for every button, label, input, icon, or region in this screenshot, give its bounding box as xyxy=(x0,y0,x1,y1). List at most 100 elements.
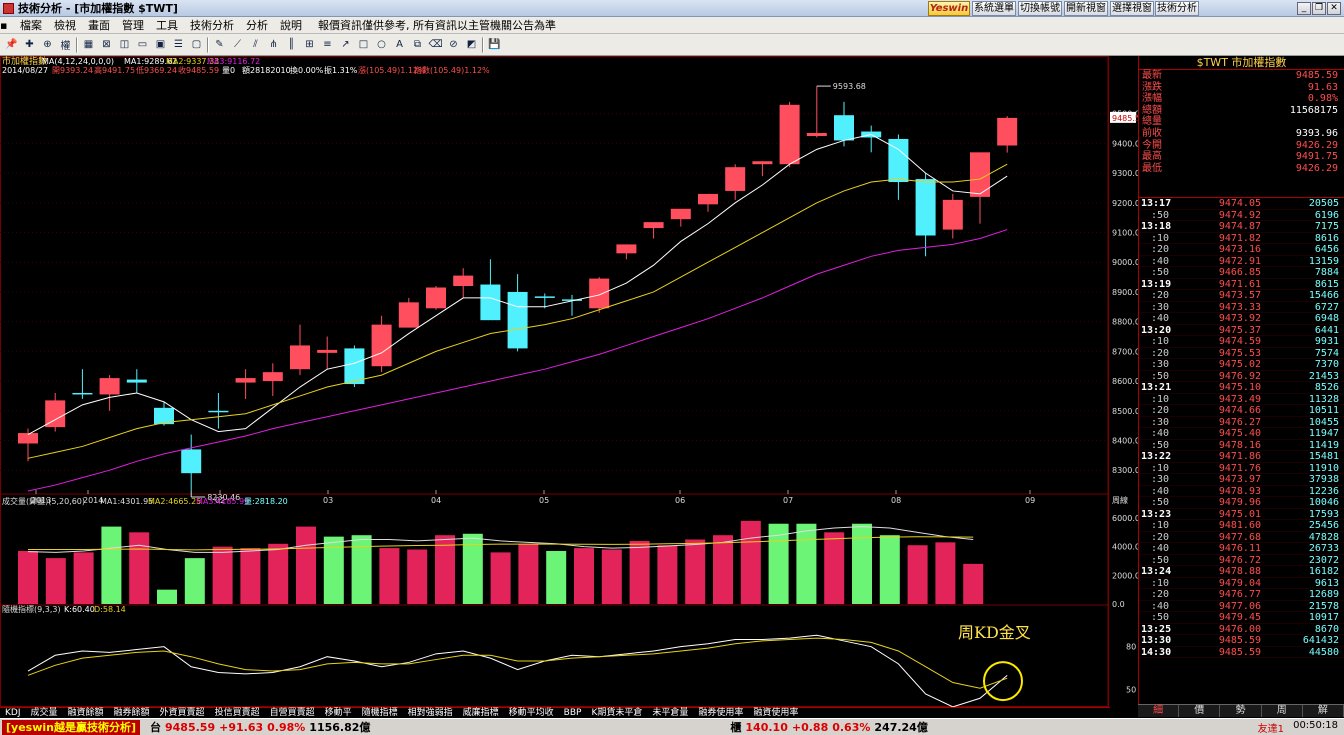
minimize-button[interactable]: _ xyxy=(1297,2,1311,15)
candle-body[interactable] xyxy=(616,244,637,254)
volume-bar[interactable] xyxy=(407,549,428,604)
yeswin-logo[interactable]: Yeswin xyxy=(928,1,970,16)
indicator-tab-5[interactable]: 投信買賣超 xyxy=(210,708,265,718)
zoom-in-icon[interactable]: ⊕ xyxy=(40,37,55,52)
pin-icon[interactable]: 📌 xyxy=(4,37,19,52)
tick-row[interactable]: :30 9473.97 37938 xyxy=(1139,474,1344,486)
top-button-2[interactable]: 開新視窗 xyxy=(1064,1,1108,16)
candle-body[interactable] xyxy=(725,167,746,191)
frame-icon[interactable]: ▢ xyxy=(189,37,204,52)
indicator-tab-16[interactable]: 融資使用率 xyxy=(748,708,803,718)
ellipse-tool-icon[interactable]: ○ xyxy=(374,37,389,52)
tick-list[interactable]: 13:17 9474.05 20505:50 9474.92 6196 13:18 9474… xyxy=(1139,198,1344,704)
indicator-tab-13[interactable]: K期貨未平倉 xyxy=(586,708,647,718)
indicator-tab-4[interactable]: 外資買賣超 xyxy=(155,708,210,718)
tick-row[interactable]: :10 9479.04 9613 xyxy=(1139,578,1344,589)
indicator-tab-15[interactable]: 融券使用率 xyxy=(693,708,748,718)
top-button-0[interactable]: 系統選單 xyxy=(972,1,1016,16)
top-button-3[interactable]: 選擇視窗 xyxy=(1110,1,1154,16)
menu-item-2[interactable]: 畫面 xyxy=(82,17,116,33)
volume-bar[interactable] xyxy=(129,532,150,604)
tick-row[interactable]: :50 9479.96 10046 xyxy=(1139,497,1344,509)
candle-body[interactable] xyxy=(344,348,365,385)
candle-body[interactable] xyxy=(99,378,120,395)
volume-bar[interactable] xyxy=(963,563,984,604)
candle-body[interactable] xyxy=(806,133,827,136)
top-button-1[interactable]: 切換帳號 xyxy=(1018,1,1062,16)
draw-icon[interactable]: ✎ xyxy=(212,37,227,52)
list-icon[interactable]: ☰ xyxy=(171,37,186,52)
tick-row[interactable]: :50 9474.92 6196 xyxy=(1139,210,1344,221)
volume-bar[interactable] xyxy=(240,548,261,604)
volume-bar[interactable] xyxy=(740,520,761,604)
candle-body[interactable] xyxy=(670,208,691,220)
user-name[interactable]: 友達1 xyxy=(1258,720,1284,735)
gann-tool-icon[interactable]: ⊞ xyxy=(302,37,317,52)
volume-bar[interactable] xyxy=(852,523,872,604)
menu-item-7[interactable]: 說明 xyxy=(274,17,308,33)
volume-bar[interactable] xyxy=(268,543,289,604)
candle-body[interactable] xyxy=(834,115,854,141)
candle-body[interactable] xyxy=(371,324,392,367)
tick-row[interactable]: :40 9478.93 12236 xyxy=(1139,486,1344,497)
color-icon[interactable]: ◩ xyxy=(464,37,479,52)
tick-row[interactable]: :40 9472.91 13159 xyxy=(1139,256,1344,267)
tick-row[interactable]: :20 9473.16 6456 xyxy=(1139,244,1344,256)
close-button[interactable]: ✕ xyxy=(1327,2,1341,15)
tick-row[interactable]: 14:30 9485.59 44580 xyxy=(1139,647,1344,658)
tick-row[interactable]: :20 9473.57 15466 xyxy=(1139,290,1344,302)
volume-bar[interactable] xyxy=(685,539,706,605)
line-tool-icon[interactable]: ⟋ xyxy=(230,37,245,52)
candle-body[interactable] xyxy=(18,433,38,444)
indicator-tab-7[interactable]: 移動平 xyxy=(320,708,357,718)
candle-body[interactable] xyxy=(942,199,963,230)
indicator-tab-9[interactable]: 相對強弱指 xyxy=(403,708,458,718)
candle-body[interactable] xyxy=(208,410,229,413)
volume-bar[interactable] xyxy=(212,546,233,604)
candle-body[interactable] xyxy=(779,104,800,165)
volume-bar[interactable] xyxy=(490,552,511,604)
status-brand[interactable]: [yeswin越是贏技術分析] xyxy=(2,719,140,735)
candle-body[interactable] xyxy=(915,179,936,236)
candle-body[interactable] xyxy=(262,372,283,382)
candle-body[interactable] xyxy=(317,349,338,353)
fan-tool-icon[interactable]: ⋔ xyxy=(266,37,281,52)
tick-row[interactable]: :30 9473.33 6727 xyxy=(1139,302,1344,313)
layout-icon[interactable]: ▣ xyxy=(153,37,168,52)
menu-item-3[interactable]: 管理 xyxy=(116,17,150,33)
tick-row[interactable]: :10 9471.76 11910 xyxy=(1139,463,1344,474)
volume-bar[interactable] xyxy=(796,523,817,604)
tick-row[interactable]: :40 9476.11 26733 xyxy=(1139,543,1344,555)
candle-body[interactable] xyxy=(997,117,1018,146)
cross-grid-icon[interactable]: ⊠ xyxy=(99,37,114,52)
candle-body[interactable] xyxy=(426,287,446,309)
volume-bar[interactable] xyxy=(629,540,650,604)
tick-row[interactable]: :50 9476.92 21453 xyxy=(1139,371,1344,382)
candle-body[interactable] xyxy=(534,296,555,298)
candle-body[interactable] xyxy=(589,278,610,309)
candle-body[interactable] xyxy=(698,193,718,205)
menu-item-0[interactable]: 檔案 xyxy=(14,17,48,33)
tick-row[interactable]: 13:23 9475.01 17593 xyxy=(1139,509,1344,520)
quote-tab-1[interactable]: 價 xyxy=(1179,705,1221,717)
volume-bar[interactable] xyxy=(574,548,594,604)
tick-row[interactable]: :40 9473.92 6948 xyxy=(1139,313,1344,325)
volume-bar[interactable] xyxy=(296,526,316,604)
menu-item-6[interactable]: 分析 xyxy=(240,17,274,33)
tick-row[interactable]: 13:19 9471.61 8615 xyxy=(1139,279,1344,290)
tick-row[interactable]: :20 9477.68 47828 xyxy=(1139,532,1344,543)
tick-row[interactable]: :40 9475.40 11947 xyxy=(1139,428,1344,440)
fibo-tool-icon[interactable]: ≡ xyxy=(320,37,335,52)
candle-body[interactable] xyxy=(752,161,773,165)
volume-bar[interactable] xyxy=(518,543,539,604)
indicator-tab-1[interactable]: 成交量 xyxy=(26,708,63,718)
bars-tool-icon[interactable]: ║ xyxy=(284,37,299,52)
candle-body[interactable] xyxy=(290,345,310,370)
candle-body[interactable] xyxy=(181,449,202,474)
grid-icon[interactable]: ▦ xyxy=(81,37,96,52)
volume-bar[interactable] xyxy=(379,548,400,604)
volume-bar[interactable] xyxy=(824,532,845,604)
tick-row[interactable]: :30 9475.02 7370 xyxy=(1139,359,1344,371)
indicator-tab-8[interactable]: 隨機指標 xyxy=(357,708,403,718)
tick-row[interactable]: 13:25 9476.00 8670 xyxy=(1139,624,1344,635)
